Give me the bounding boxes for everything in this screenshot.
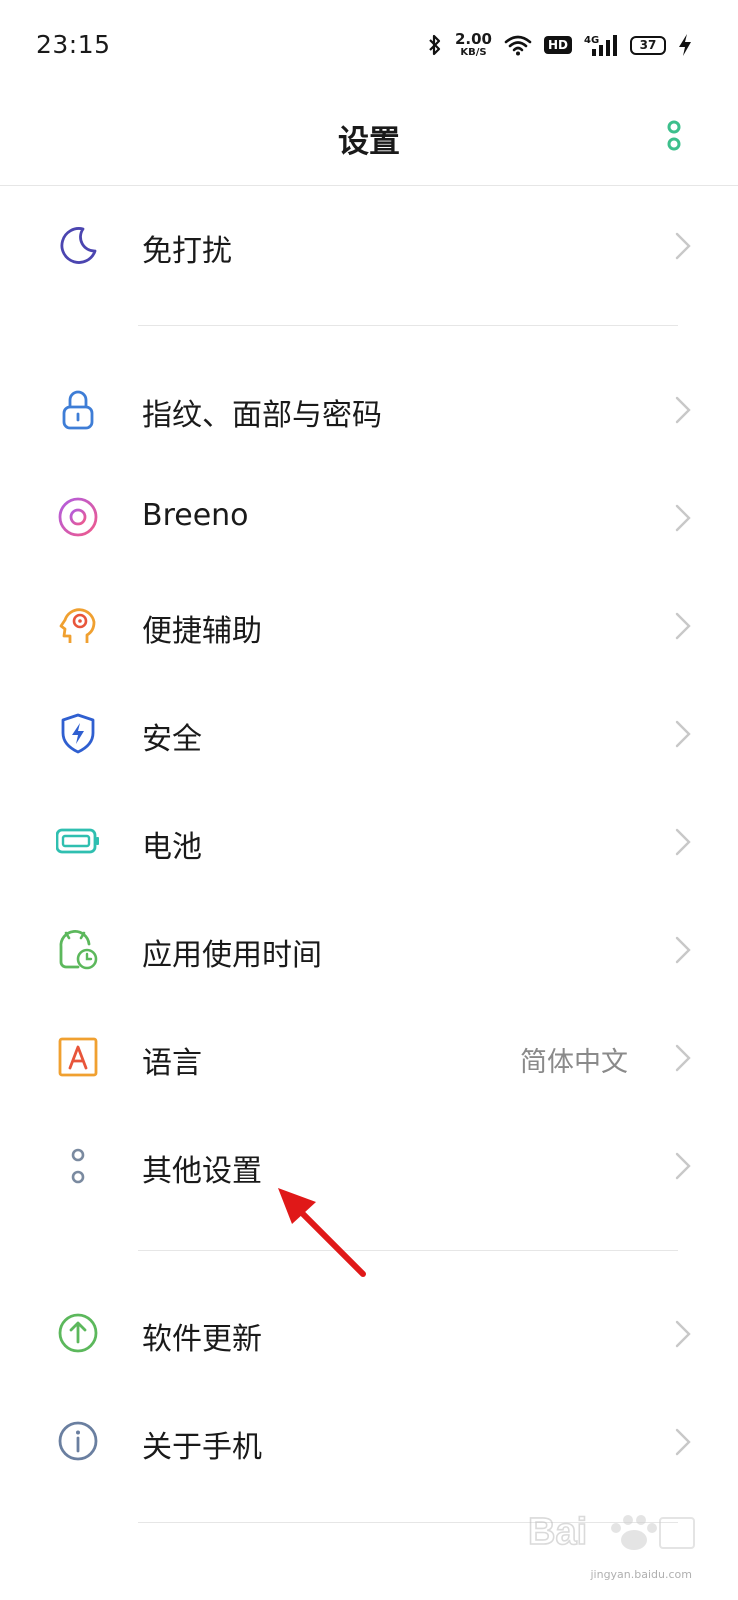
info-icon [58, 1421, 98, 1461]
settings-item-battery[interactable]: 电池 [0, 787, 738, 895]
settings-item-label: 关于手机 [142, 1430, 262, 1465]
chevron-right-icon [675, 396, 691, 424]
settings-item-fingerprint-face-password[interactable]: 指纹、面部与密码 [0, 355, 738, 463]
assist-head-icon [59, 608, 96, 643]
chevron-right-icon [675, 232, 691, 260]
update-arrow-icon [58, 1313, 98, 1353]
breeno-icon [58, 497, 98, 537]
hd-badge: HD [543, 36, 572, 54]
chevron-right-icon [675, 1320, 691, 1348]
settings-screen: 23:15 2.00 KB/S HD 4G 37 设置 免打扰 指纹、面部与密码… [0, 0, 738, 1600]
header: 设置 [0, 92, 738, 186]
settings-item-software-update[interactable]: 软件更新 [0, 1279, 738, 1387]
settings-item-security[interactable]: 安全 [0, 679, 738, 787]
battery-icon [56, 828, 99, 854]
more-options-button[interactable] [662, 118, 686, 154]
settings-item-label: 软件更新 [142, 1322, 262, 1357]
status-icons: 2.00 KB/S HD 4G 37 [427, 28, 692, 62]
settings-item-label: 其他设置 [142, 1154, 262, 1189]
chevron-right-icon [675, 1152, 691, 1180]
watermark-url: jingyan.baidu.com [590, 1568, 692, 1581]
section-divider [138, 325, 678, 326]
svg-text:Bai: Bai [528, 1511, 587, 1553]
battery-indicator: 37 [630, 35, 666, 55]
settings-item-label: 指纹、面部与密码 [142, 398, 382, 433]
page-title: 设置 [338, 124, 400, 160]
lock-icon [62, 390, 94, 430]
wifi-icon [504, 35, 532, 56]
network-speed: 2.00 KB/S [454, 30, 492, 58]
status-time: 23:15 [36, 30, 111, 59]
network-type-label: 4G [584, 35, 599, 46]
chevron-right-icon [675, 612, 691, 640]
settings-item-label: 电池 [142, 830, 202, 865]
language-icon [58, 1037, 98, 1077]
settings-item-label: Breeno [142, 498, 249, 533]
bluetooth-icon [429, 34, 441, 56]
settings-item-app-usage-time[interactable]: 应用使用时间 [0, 895, 738, 1003]
settings-item-label: 应用使用时间 [142, 938, 322, 973]
chevron-right-icon [675, 936, 691, 964]
chevron-right-icon [675, 720, 691, 748]
charging-icon [679, 34, 691, 56]
settings-item-label: 语言 [142, 1046, 202, 1081]
annotation-arrow-icon [278, 1188, 366, 1277]
settings-item-label: 安全 [142, 722, 202, 757]
language-value: 简体中文 [520, 1047, 628, 1078]
dots-icon [71, 1148, 85, 1184]
settings-item-label: 免打扰 [142, 234, 232, 269]
settings-item-label: 便捷辅助 [142, 614, 262, 649]
settings-item-about-phone[interactable]: 关于手机 [0, 1387, 738, 1495]
chevron-right-icon [675, 828, 691, 856]
status-bar: 23:15 2.00 KB/S HD 4G 37 [0, 0, 738, 92]
settings-item-language[interactable]: 语言 简体中文 [0, 1003, 738, 1111]
app-timer-icon [59, 930, 98, 970]
baidu-watermark-logo: Bai [528, 1510, 695, 1554]
section-divider [138, 1250, 678, 1251]
settings-item-do-not-disturb[interactable]: 免打扰 [0, 191, 738, 299]
battery-level: 37 [639, 37, 657, 52]
settings-item-breeno[interactable]: Breeno [0, 463, 738, 571]
shield-icon [61, 713, 95, 754]
chevron-right-icon [675, 1428, 691, 1456]
chevron-right-icon [675, 1044, 691, 1072]
chevron-right-icon [675, 504, 691, 532]
header-divider [0, 185, 738, 186]
moon-icon [60, 227, 97, 264]
signal-4g-icon: 4G [584, 35, 617, 56]
settings-item-convenience-assist[interactable]: 便捷辅助 [0, 571, 738, 679]
